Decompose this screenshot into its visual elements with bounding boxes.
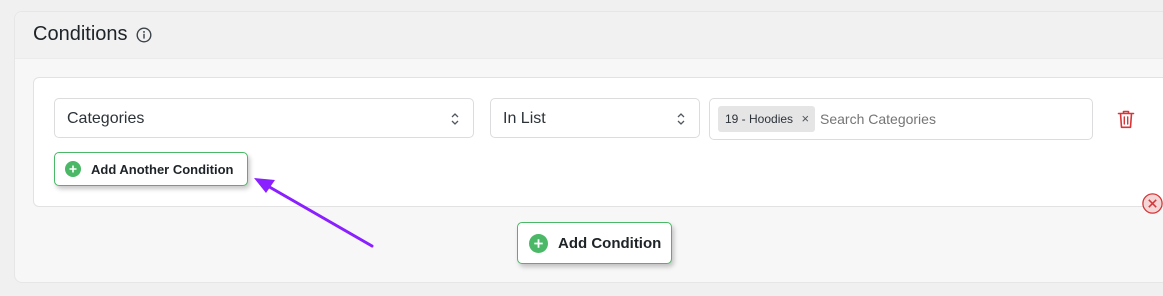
chevron-up-down-icon	[677, 113, 685, 125]
add-another-condition-button[interactable]: Add Another Condition	[54, 152, 248, 186]
condition-operator-select[interactable]: In List	[490, 98, 700, 138]
panel-header: Conditions	[15, 12, 1163, 59]
category-search-input[interactable]	[820, 111, 1080, 127]
condition-operator-value: In List	[503, 110, 546, 127]
plus-circle-icon	[529, 234, 548, 253]
tag-label: 19 - Hoodies	[725, 112, 794, 126]
add-condition-label: Add Condition	[558, 235, 662, 252]
plus-circle-icon	[65, 161, 81, 177]
info-icon[interactable]	[136, 27, 152, 43]
category-multiselect[interactable]: 19 - Hoodies ×	[709, 98, 1093, 140]
add-another-condition-label: Add Another Condition	[91, 162, 234, 177]
tag-remove-icon[interactable]: ×	[801, 106, 809, 132]
condition-group: Categories In List 19 - Hoodies × Search…	[33, 77, 1163, 207]
panel-title: Conditions	[33, 23, 128, 45]
condition-field-select[interactable]: Categories	[54, 98, 474, 138]
conditions-panel: Conditions Categories In List 19 - Hoodi…	[14, 11, 1163, 283]
trash-icon[interactable]	[1117, 109, 1135, 129]
add-condition-button[interactable]: Add Condition	[517, 222, 672, 264]
chevron-up-down-icon	[451, 113, 459, 125]
condition-field-value: Categories	[67, 110, 145, 127]
selected-category-tag: 19 - Hoodies ×	[718, 106, 816, 132]
close-circle-icon[interactable]	[1142, 193, 1163, 214]
